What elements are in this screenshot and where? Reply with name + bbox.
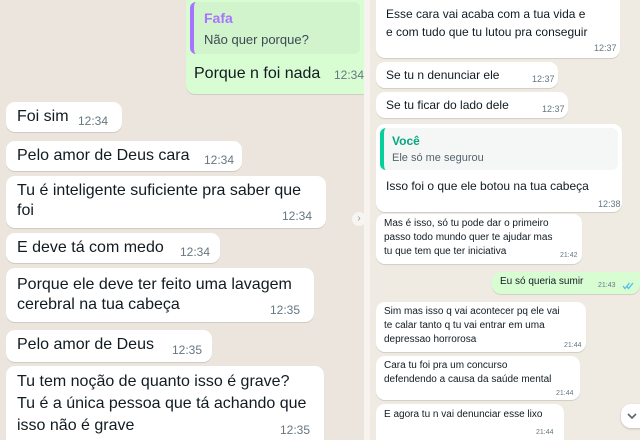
outgoing-reply-message[interactable]: Fafa Não quer porque? Porque n foi nada … <box>186 0 364 94</box>
message-time: 12:34 <box>282 209 313 223</box>
message-text: E deve tá com medo <box>17 239 164 256</box>
incoming-message[interactable]: Sim mas isso q vai acontecer pq ele vai … <box>376 302 586 352</box>
incoming-message[interactable]: Pelo amor de Deus 12:35 <box>6 330 212 362</box>
message-text: Se tu ficar do lado dele <box>386 98 509 112</box>
incoming-message[interactable]: Mas é isso, só tu pode dar o primeiro pa… <box>376 214 582 264</box>
incoming-message[interactable]: Cara tu foi pra um concurso defendendo a… <box>376 356 580 400</box>
message-time: 12:35 <box>172 343 203 357</box>
message-text: passo todo mundo quer te ajudar mas <box>384 232 553 243</box>
right-chat-panel: Esse cara vai acaba com a tua vida e e c… <box>370 0 640 440</box>
message-time: 12:38 <box>598 199 621 209</box>
incoming-message[interactable]: Tu é inteligente suficiente pra saber qu… <box>6 176 326 228</box>
message-text: Tu é a única pessoa que tá achando que <box>17 395 307 412</box>
message-text: Pelo amor de Deus cara <box>17 147 190 164</box>
message-time: 21:43 <box>598 282 616 289</box>
chevron-down-icon <box>627 413 637 420</box>
incoming-reply-message[interactable]: Você Ele só me segurou Isso foi o que el… <box>376 124 622 212</box>
forward-chevron-icon[interactable]: › <box>352 212 364 226</box>
message-time: 12:34 <box>334 68 364 82</box>
incoming-message[interactable]: Se tu n denunciar ele 12:37 <box>376 62 558 88</box>
quoted-message[interactable]: Fafa Não quer porque? <box>190 2 360 54</box>
incoming-message[interactable]: Esse cara vai acaba com a tua vida e e c… <box>376 0 620 58</box>
message-text: Cara tu foi pra um concurso <box>384 360 508 371</box>
message-time: 21:42 <box>560 252 578 259</box>
left-chat-panel: Fafa Não quer porque? Porque n foi nada … <box>0 0 364 440</box>
message-text: E agora tu n vai denunciar esse lixo <box>384 409 543 420</box>
incoming-message[interactable]: Tu tem noção de quanto isso é grave? Tu … <box>6 366 324 440</box>
quoted-sender-name: Você <box>392 134 420 148</box>
message-time: 12:34 <box>180 245 211 259</box>
message-text: Tu é inteligente suficiente pra saber qu… <box>17 182 302 199</box>
message-time: 12:34 <box>204 153 235 167</box>
scroll-down-button[interactable] <box>621 404 640 428</box>
quoted-message[interactable]: Você Ele só me segurou <box>380 128 618 170</box>
message-text: Mas é isso, só tu pode dar o primeiro <box>384 218 549 229</box>
outgoing-message[interactable]: Eu só queria sumir 21:43 <box>492 272 640 294</box>
incoming-message[interactable]: E deve tá com medo 12:34 <box>6 233 220 263</box>
message-text: Porque n foi nada <box>194 65 321 82</box>
message-text: Se tu n denunciar ele <box>386 68 500 82</box>
message-text: Sim mas isso q vai acontecer pq ele vai <box>384 306 560 317</box>
quoted-message-text: Não quer porque? <box>204 32 309 47</box>
message-time: 21:44 <box>536 429 554 436</box>
message-text: te calar tanto q tu vai entrar em uma <box>384 320 545 331</box>
double-check-icon <box>622 282 634 290</box>
incoming-message[interactable]: E agora tu n vai denunciar esse lixo 21:… <box>376 404 564 440</box>
message-text: Isso foi o que ele botou na tua cabeça <box>386 179 589 193</box>
message-text: e com tudo que tu lutou pra conseguir <box>386 25 588 39</box>
message-text: foi <box>17 202 34 219</box>
message-time: 12:35 <box>280 423 311 437</box>
message-time: 21:44 <box>556 390 574 397</box>
quoted-sender-name: Fafa <box>204 10 233 26</box>
message-time: 12:37 <box>542 104 565 114</box>
message-text: Foi sim <box>17 108 69 125</box>
incoming-message[interactable]: Foi sim 12:34 <box>6 102 122 132</box>
message-time: 12:37 <box>594 43 617 53</box>
message-time: 12:37 <box>532 74 555 84</box>
message-text: Pelo amor de Deus <box>17 336 154 353</box>
message-text: Tu tem noção de quanto isso é grave? <box>17 373 290 390</box>
message-time: 12:35 <box>270 303 301 317</box>
quoted-message-text: Ele só me segurou <box>392 152 484 164</box>
message-text: tu que tem que ter iniciativa <box>384 246 507 257</box>
incoming-message[interactable]: Pelo amor de Deus cara 12:34 <box>6 141 242 171</box>
message-text: defendendo a causa da saúde mental <box>384 374 552 385</box>
message-text: depressao horrorosa <box>384 334 477 345</box>
incoming-message[interactable]: Porque ele deve ter feito uma lavagem ce… <box>6 268 314 322</box>
message-text: Esse cara vai acaba com a tua vida e <box>386 7 586 21</box>
message-text: isso não é grave <box>17 417 135 434</box>
message-time: 21:44 <box>564 342 582 349</box>
message-text: cerebral na tua cabeça <box>17 296 180 313</box>
message-time: 12:34 <box>78 114 109 128</box>
message-text: Eu só queria sumir <box>500 276 584 287</box>
message-text: Porque ele deve ter feito uma lavagem <box>17 276 292 293</box>
incoming-message[interactable]: Se tu ficar do lado dele 12:37 <box>376 92 568 118</box>
